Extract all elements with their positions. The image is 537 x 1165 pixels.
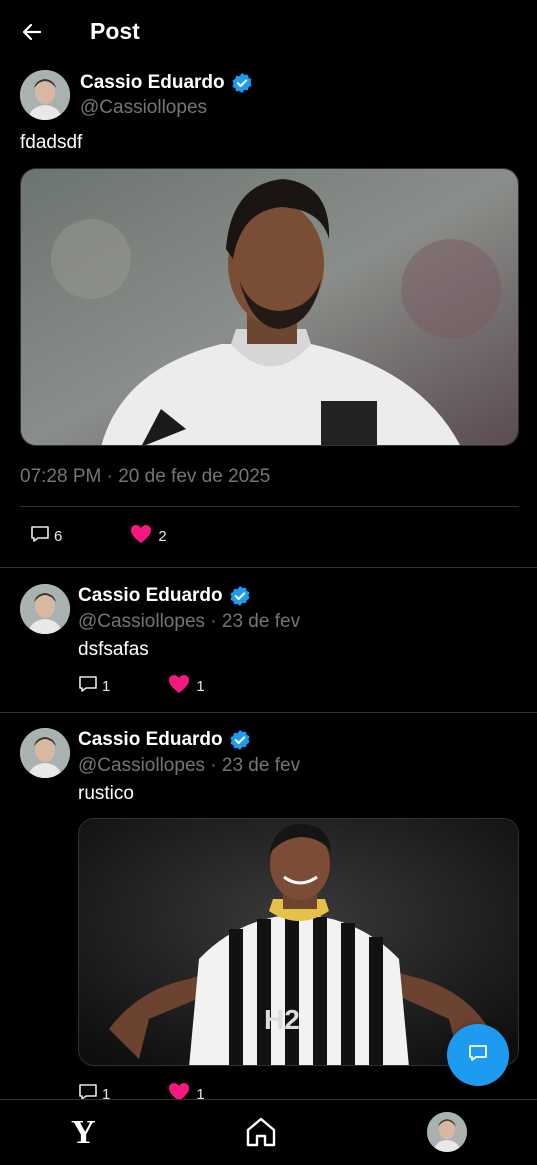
comment-count: 6	[54, 527, 63, 545]
compose-reply-button[interactable]	[447, 1024, 509, 1086]
heart-icon	[168, 674, 190, 698]
avatar[interactable]	[20, 584, 70, 634]
profile-avatar[interactable]	[427, 1112, 467, 1152]
like-button[interactable]: 1	[168, 674, 205, 698]
comment-icon	[30, 524, 50, 548]
author-name[interactable]: Cassio Eduardo	[78, 729, 251, 751]
like-count: 1	[196, 677, 205, 695]
reply-text: rustico	[78, 783, 134, 804]
comment-count: 1	[102, 677, 111, 695]
author-handle[interactable]: @Cassiollopes	[80, 97, 207, 119]
home-icon[interactable]	[243, 1114, 279, 1150]
reply-item[interactable]: Cassio Eduardo @Cassiollopes · 23 de fev…	[0, 584, 537, 712]
verified-badge-icon	[231, 72, 253, 94]
divider	[0, 567, 537, 568]
like-button[interactable]: 2	[130, 524, 167, 548]
heart-icon	[130, 524, 152, 548]
author-name-label: Cassio Eduardo	[80, 72, 225, 93]
comment-button[interactable]: 6	[30, 524, 62, 548]
like-count: 2	[158, 527, 167, 545]
comment-icon	[78, 674, 98, 698]
comment-button[interactable]: 1	[78, 674, 110, 698]
author-name[interactable]: Cassio Eduardo	[78, 585, 251, 607]
post-text: fdadsdf	[20, 132, 83, 153]
divider	[0, 712, 537, 713]
divider	[20, 506, 519, 507]
post-timestamp: 07:28 PM · 20 de fev de 2025	[20, 466, 271, 487]
post-actions: 6 2	[30, 524, 167, 548]
back-arrow-icon[interactable]	[18, 18, 46, 46]
avatar[interactable]	[20, 70, 70, 120]
svg-text:H2: H2	[264, 1004, 300, 1035]
page-title: Post	[90, 18, 140, 44]
author-name[interactable]: Cassio Eduardo	[80, 72, 253, 94]
top-bar: Post	[0, 0, 537, 64]
app-logo[interactable]: Y	[71, 1114, 96, 1152]
author-name-label: Cassio Eduardo	[78, 585, 223, 606]
avatar[interactable]	[20, 728, 70, 778]
reply-actions: 1 1	[78, 674, 205, 698]
verified-badge-icon	[229, 585, 251, 607]
verified-badge-icon	[229, 729, 251, 751]
chat-bubble-icon	[466, 1041, 490, 1070]
reply-meta: @Cassiollopes · 23 de fev	[78, 755, 301, 776]
reply-meta: @Cassiollopes · 23 de fev	[78, 611, 301, 632]
reply-image[interactable]: H2	[78, 818, 519, 1066]
post-image[interactable]	[20, 168, 519, 446]
author-name-label: Cassio Eduardo	[78, 729, 223, 750]
bottom-nav: Y	[0, 1099, 537, 1165]
reply-text: dsfsafas	[78, 639, 149, 660]
